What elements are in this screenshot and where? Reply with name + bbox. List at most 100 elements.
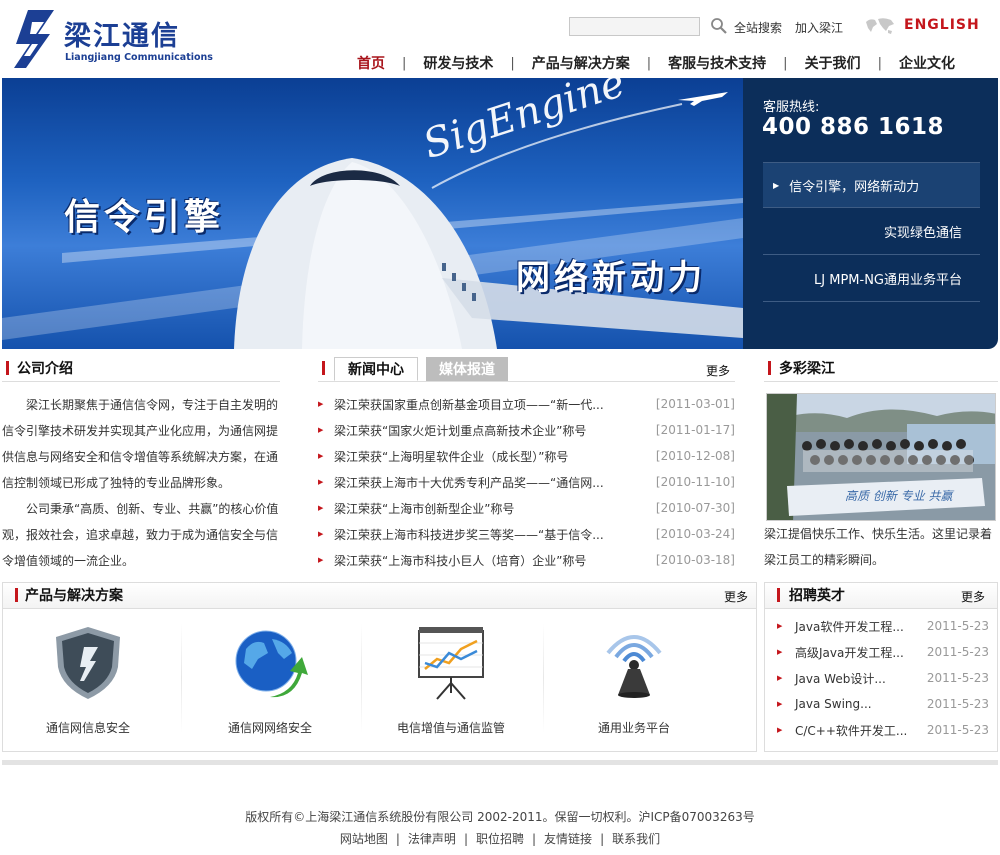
job-title[interactable]: C/C++软件开发工... (795, 722, 907, 739)
list-item[interactable]: ▶ 高级Java开发工程... 2011-5-23 (777, 639, 989, 665)
news-title[interactable]: 梁江荣获上海市科技进步奖三等奖——“基于信令... (334, 526, 634, 543)
nav-support[interactable]: 客服与技术支持 (651, 53, 783, 73)
slogan-label: 实现绿色通信 (883, 226, 962, 241)
list-item[interactable]: ▶ 梁江荣获“上海市科技小巨人（培育）企业”称号 [2010-03-18] (318, 547, 735, 573)
arrow-right-icon: ▶ (318, 504, 324, 512)
logo-chinese-name: 梁江通信 (64, 21, 180, 52)
section-marker (15, 588, 18, 602)
list-item[interactable]: ▶ 梁江荣获“上海市创新型企业”称号 [2010-07-30] (318, 495, 735, 521)
colorful-section-header: 多彩梁江 (764, 356, 998, 382)
news-date: [2010-03-24] (655, 527, 735, 541)
arrow-right-icon: ▶ (777, 674, 783, 682)
product-general-platform[interactable]: 通用业务平台 (549, 623, 719, 743)
join-us-link[interactable]: 加入梁江 (795, 19, 843, 36)
footer-link-jobs[interactable]: 职位招聘 (476, 832, 524, 846)
search-icon[interactable] (710, 17, 728, 35)
list-item[interactable]: ▶ 梁江荣获国家重点创新基金项目立项——“新一代... [2011-03-01] (318, 391, 735, 417)
footer-divider (2, 760, 998, 765)
banner-title-left: 信令引擎 (64, 197, 225, 238)
news-more-link[interactable]: 更多 (706, 362, 730, 379)
jobs-more-link[interactable]: 更多 (961, 588, 985, 605)
footer-link-friends[interactable]: 友情链接 (544, 832, 592, 846)
nav-home[interactable]: 首页 (340, 53, 402, 73)
list-item[interactable]: ▶ 梁江荣获“国家火炬计划重点高新技术企业”称号 [2011-01-17] (318, 417, 735, 443)
job-title[interactable]: 高级Java开发工程... (795, 644, 904, 661)
news-title[interactable]: 梁江荣获“上海市创新型企业”称号 (334, 500, 634, 517)
search-input[interactable] (569, 17, 700, 36)
news-date: [2010-11-10] (655, 475, 735, 489)
list-item[interactable]: ▶ Java软件开发工程... 2011-5-23 (777, 613, 989, 639)
nav-culture[interactable]: 企业文化 (882, 53, 972, 73)
job-date: 2011-5-23 (926, 697, 989, 711)
colorful-title: 多彩梁江 (779, 361, 835, 377)
news-title[interactable]: 梁江荣获“上海明星软件企业（成长型）”称号 (334, 448, 634, 465)
tab-media-reports[interactable]: 媒体报道 (426, 357, 508, 381)
banner-title-right: 网络新动力 (516, 258, 706, 298)
footer-link-contact[interactable]: 联系我们 (612, 832, 660, 846)
section-marker (768, 361, 771, 375)
product-info-security[interactable]: 通信网信息安全 (3, 623, 173, 743)
footer-link-sitemap[interactable]: 网站地图 (340, 832, 388, 846)
list-item[interactable]: ▶ Java Web设计... 2011-5-23 (777, 665, 989, 691)
products-section-header: 产品与解决方案 更多 (3, 583, 756, 609)
footer-link-legal[interactable]: 法律声明 (408, 832, 456, 846)
arrow-right-icon: ▶ (318, 530, 324, 538)
product-name: 电信增值与通信监管 (396, 721, 505, 735)
logo-mark-icon (14, 10, 54, 68)
slogan-green-communication[interactable]: 实现绿色通信 (763, 209, 980, 255)
arrow-right-icon: ▶ (777, 622, 783, 630)
product-name: 通信网网络安全 (227, 721, 312, 735)
nav-products[interactable]: 产品与解决方案 (515, 53, 647, 73)
tab-news-center[interactable]: 新闻中心 (334, 357, 418, 381)
hotline-number: 400 886 1618 (762, 114, 945, 140)
nav-about[interactable]: 关于我们 (788, 53, 878, 73)
team-photo[interactable]: 高质 创新 专业 共赢 (766, 393, 996, 521)
list-item[interactable]: ▶ 梁江荣获“上海明星软件企业（成长型）”称号 [2010-12-08] (318, 443, 735, 469)
products-more-link[interactable]: 更多 (724, 588, 748, 605)
news-title[interactable]: 梁江荣获“国家火炬计划重点高新技术企业”称号 (334, 422, 634, 439)
site-search-link[interactable]: 全站搜索 (734, 19, 782, 36)
world-map-icon (866, 18, 894, 34)
list-item[interactable]: ▶ 梁江荣获上海市十大优秀专利产品奖——“通信网... [2010-11-10] (318, 469, 735, 495)
products-section: 产品与解决方案 更多 通信网信息安全 通信网网络安全 电信增值与通信监管 通用业… (2, 582, 757, 752)
product-network-security[interactable]: 通信网网络安全 (185, 623, 355, 743)
hotline-label: 客服热线: (763, 100, 820, 115)
english-link[interactable]: ENGLISH (904, 17, 980, 33)
news-date: [2010-12-08] (655, 449, 735, 463)
banner-image[interactable]: SigEngine 信令引擎 网络新动力 (2, 78, 743, 349)
arrow-right-icon: ▶ (318, 426, 324, 434)
job-title[interactable]: Java Swing... (795, 697, 872, 711)
news-title[interactable]: 梁江荣获“上海市科技小巨人（培育）企业”称号 (334, 552, 634, 569)
arrow-right-icon: ▶ (773, 180, 780, 190)
news-tabs: 新闻中心 媒体报道 (334, 357, 508, 381)
divider (543, 623, 544, 733)
list-item[interactable]: ▶ 梁江荣获上海市科技进步奖三等奖——“基于信令... [2010-03-24] (318, 521, 735, 547)
job-title[interactable]: Java Web设计... (795, 670, 886, 687)
job-date: 2011-5-23 (926, 723, 989, 737)
arrow-right-icon: ▶ (318, 452, 324, 460)
list-item[interactable]: ▶ Java Swing... 2011-5-23 (777, 691, 989, 717)
jobs-section-header: 招聘英才 更多 (765, 583, 997, 609)
hero-banner: SigEngine 信令引擎 网络新动力 客服热线: 400 886 1618 … (2, 78, 998, 349)
divider (181, 623, 182, 733)
banner-side-panel: 客服热线: 400 886 1618 ▶ 信令引擎，网络新动力 实现绿色通信 L… (743, 78, 998, 349)
jobs-section: 招聘英才 更多 ▶ Java软件开发工程... 2011-5-23 ▶ 高级Java开… (764, 582, 998, 752)
slogan-mpm-platform[interactable]: LJ MPM-NG通用业务平台 (763, 256, 980, 302)
footer-separator: | (532, 832, 537, 846)
product-telecom-value-added[interactable]: 电信增值与通信监管 (366, 623, 536, 743)
news-list: ▶ 梁江荣获国家重点创新基金项目立项——“新一代... [2011-03-01] ▶… (318, 391, 735, 573)
slogan-signal-engine[interactable]: ▶ 信令引擎，网络新动力 (763, 162, 980, 208)
footer-links: 网站地图 | 法律声明 | 职位招聘 | 友情链接 | 联系我们 (0, 830, 1000, 847)
products-title: 产品与解决方案 (25, 588, 123, 604)
divider (361, 623, 362, 733)
news-date: [2011-03-01] (655, 397, 735, 411)
section-marker (777, 588, 780, 602)
site-header: 梁江通信 Liangjiang Communications 全站搜索 加入梁江… (0, 0, 1000, 78)
news-title[interactable]: 梁江荣获上海市十大优秀专利产品奖——“通信网... (334, 474, 634, 491)
nav-research[interactable]: 研发与技术 (406, 53, 510, 73)
list-item[interactable]: ▶ C/C++软件开发工... 2011-5-23 (777, 717, 989, 743)
job-title[interactable]: Java软件开发工程... (795, 618, 904, 635)
arrow-right-icon: ▶ (777, 648, 783, 656)
news-title[interactable]: 梁江荣获国家重点创新基金项目立项——“新一代... (334, 396, 634, 413)
company-logo[interactable]: 梁江通信 Liangjiang Communications (8, 8, 213, 70)
